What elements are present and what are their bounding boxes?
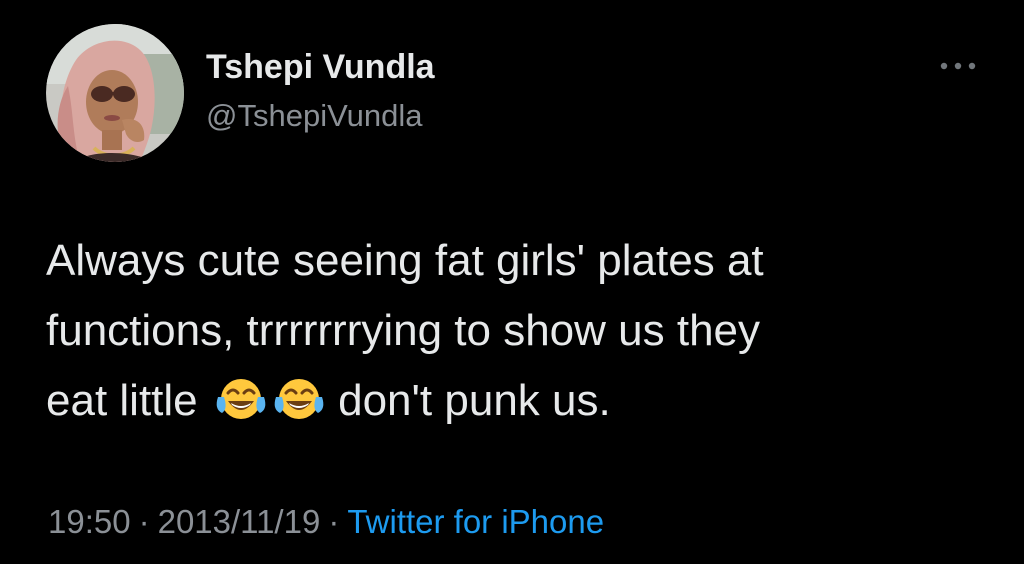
more-options-button[interactable]	[936, 58, 980, 74]
profile-photo-icon	[46, 24, 184, 162]
tweet-text-segment: don't punk us.	[338, 376, 611, 425]
tweet-source-link[interactable]: Twitter for iPhone	[347, 503, 604, 540]
tweet-text-line: functions, trrrrrrrying to show us they	[46, 306, 761, 355]
separator: ·	[328, 503, 340, 540]
tweet-metadata: 19:50 · 2013/11/19 · Twitter for iPhone	[48, 503, 604, 541]
avatar[interactable]	[46, 24, 184, 162]
tweet-card: Tshepi Vundla @TshepiVundla Always cute …	[0, 0, 1024, 564]
tweet-text-line: eat little don't punk us.	[46, 366, 986, 436]
tears-of-joy-emoji-icon	[214, 375, 268, 423]
display-name[interactable]: Tshepi Vundla	[206, 48, 435, 87]
tweet-date[interactable]: 2013/11/19	[158, 503, 321, 540]
tweet-text-segment: eat little	[46, 376, 198, 425]
user-handle[interactable]: @TshepiVundla	[206, 98, 422, 134]
tweet-text-line: Always cute seeing fat girls' plates at	[46, 236, 764, 285]
tears-of-joy-emoji-icon	[272, 375, 326, 423]
tweet-time[interactable]: 19:50	[48, 503, 131, 540]
separator: ·	[138, 503, 150, 540]
tweet-text: Always cute seeing fat girls' plates at …	[46, 226, 986, 436]
more-horizontal-icon	[940, 62, 976, 70]
